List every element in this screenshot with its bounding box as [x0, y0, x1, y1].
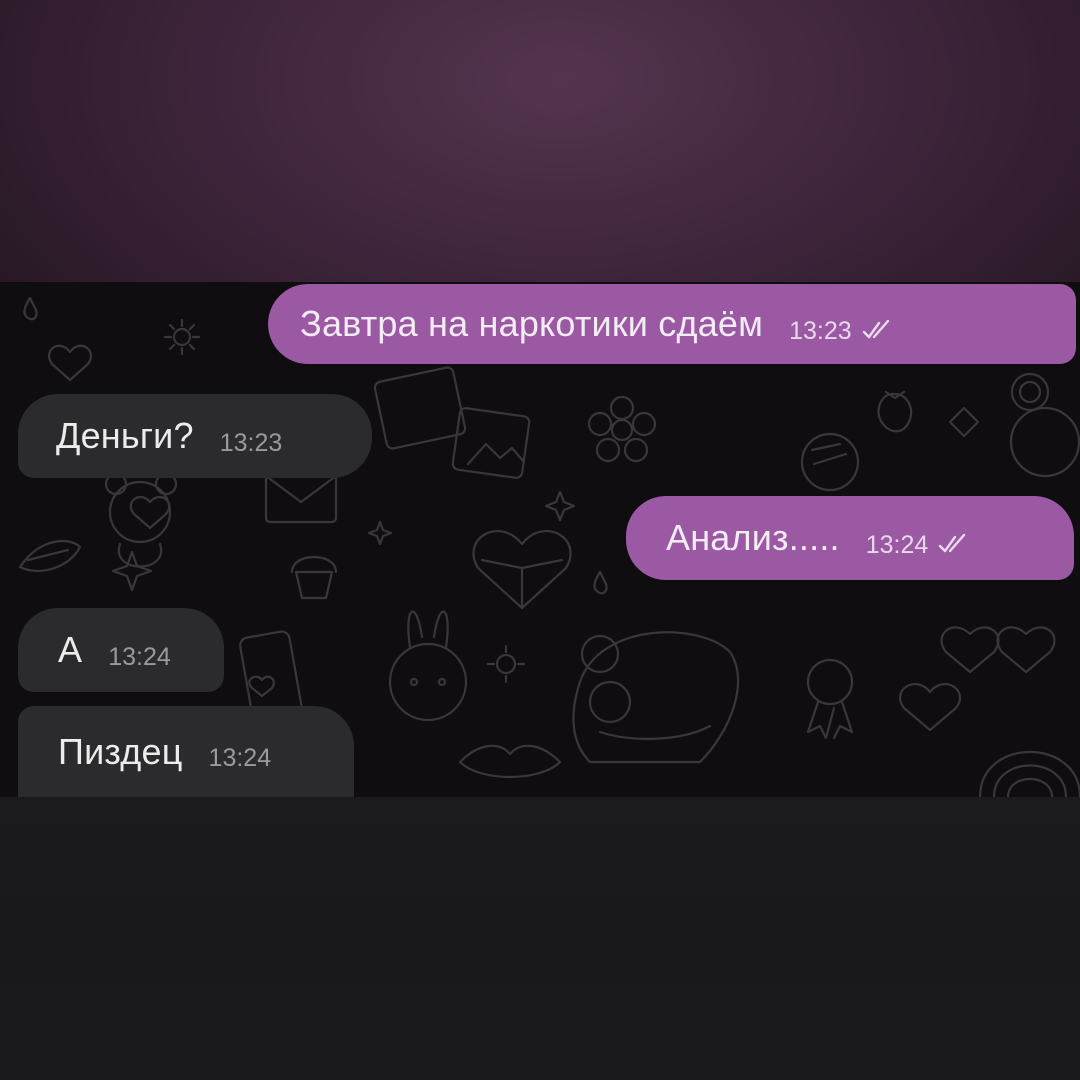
message-time: 13:24 — [865, 530, 929, 559]
message-text: А — [58, 629, 83, 670]
message-bubble-outgoing[interactable]: Анализ..... 13:24 — [626, 496, 1074, 580]
chat-screenshot: Завтра на наркотики сдаём 13:23 Деньги? … — [0, 282, 1080, 797]
message-bubble-incoming[interactable]: А 13:24 — [18, 608, 224, 692]
sunglasses-icon — [940, 626, 1056, 674]
double-check-icon — [939, 533, 966, 553]
cupcake-icon — [290, 555, 338, 600]
sun-icon — [163, 318, 201, 356]
candy-icon — [948, 406, 980, 438]
sun-icon — [486, 644, 526, 684]
message-bubble-outgoing[interactable]: Завтра на наркотики сдаём 13:23 — [268, 284, 1076, 364]
photo-icon — [373, 366, 531, 479]
bear-icon — [104, 472, 178, 568]
message-text: Пиздец — [58, 730, 183, 772]
heart-gem-icon — [472, 530, 572, 610]
message-bubble-incoming[interactable]: Пиздец 13:24 — [18, 706, 354, 797]
frame-bottom-backdrop — [0, 797, 1080, 1080]
heart-icon — [48, 344, 92, 382]
message-time: 13:23 — [219, 428, 283, 457]
medal-icon — [806, 658, 854, 740]
message-bubble-incoming[interactable]: Деньги? 13:23 — [18, 394, 372, 478]
bear-icon — [1009, 372, 1080, 478]
star-icon — [367, 490, 576, 546]
star-icon — [111, 550, 153, 592]
leaf-icon — [18, 539, 82, 572]
message-time: 13:23 — [789, 316, 852, 345]
strawberry-icon — [877, 390, 913, 433]
envelope-icon — [264, 470, 338, 524]
message-time: 13:24 — [108, 642, 171, 671]
message-text: Завтра на наркотики сдаём — [300, 303, 764, 344]
heart-icon — [898, 683, 962, 732]
lips-icon — [458, 744, 562, 778]
message-time: 13:24 — [208, 744, 272, 772]
double-check-icon — [862, 319, 889, 339]
message-text: Деньги? — [56, 415, 194, 456]
cake-icon — [572, 631, 740, 764]
bunny-icon — [388, 610, 468, 722]
message-text: Анализ..... — [666, 517, 840, 558]
planet-icon — [800, 432, 860, 492]
rainbow-icon — [978, 751, 1080, 797]
flower-icon — [587, 395, 657, 463]
